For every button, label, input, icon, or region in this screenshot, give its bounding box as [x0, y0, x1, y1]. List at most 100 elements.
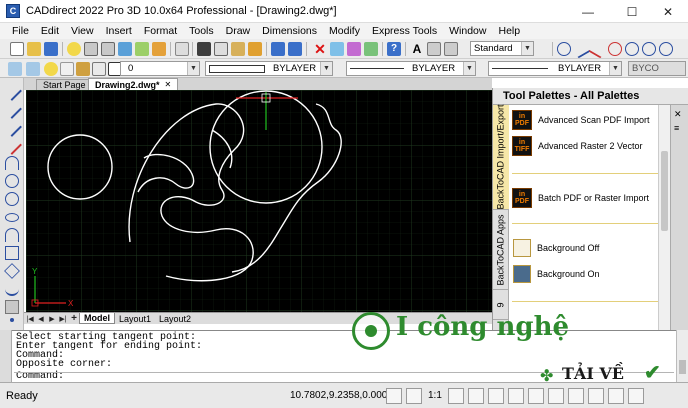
- line-icon[interactable]: [571, 39, 591, 59]
- menu-modify[interactable]: Modify: [323, 25, 366, 37]
- layer-manager-icon[interactable]: [330, 42, 344, 56]
- command-window-grip[interactable]: [0, 330, 12, 382]
- add-layout-button[interactable]: +: [69, 313, 79, 324]
- angle-icon[interactable]: [588, 39, 608, 59]
- menu-file[interactable]: File: [6, 25, 35, 37]
- model-space-icon[interactable]: [548, 388, 564, 404]
- arc-icon[interactable]: [5, 156, 19, 170]
- settings-gear-icon[interactable]: [588, 388, 604, 404]
- tab-layout2[interactable]: Layout2: [155, 314, 195, 324]
- linetype-select[interactable]: BYLAYER ▼: [346, 61, 476, 76]
- palette-tab-apps[interactable]: BackToCAD Apps: [493, 210, 509, 290]
- command-scroll-thumb[interactable]: [679, 360, 686, 374]
- palette-item-batch-pdf[interactable]: in PDF Batch PDF or Raster Import: [510, 187, 660, 209]
- text-style-select[interactable]: Standard ▼: [470, 41, 534, 56]
- layer-lock-icon[interactable]: [76, 62, 90, 76]
- menu-dimensions[interactable]: Dimensions: [256, 25, 323, 37]
- publish-icon[interactable]: [118, 42, 132, 56]
- point-icon[interactable]: [10, 318, 14, 322]
- spline-icon[interactable]: [5, 282, 19, 296]
- line-icon[interactable]: [2, 81, 22, 101]
- open-folder-icon[interactable]: [27, 42, 41, 56]
- last-tab-icon[interactable]: ▶|: [58, 314, 68, 324]
- layer-select[interactable]: 0 ▼: [120, 61, 200, 76]
- menu-express-tools[interactable]: Express Tools: [366, 25, 443, 37]
- menu-tools[interactable]: Tools: [183, 25, 220, 37]
- tab-layout1[interactable]: Layout1: [115, 314, 155, 324]
- plot-style-select[interactable]: BYCO: [628, 61, 686, 76]
- palette-scrollbar[interactable]: [658, 105, 670, 330]
- polygon-icon[interactable]: [4, 263, 20, 279]
- redo-icon[interactable]: [288, 42, 302, 56]
- save-icon[interactable]: [44, 42, 58, 56]
- ellipse-icon[interactable]: [659, 42, 673, 56]
- tab-close-icon[interactable]: ✕: [165, 80, 172, 89]
- first-tab-icon[interactable]: |◀: [25, 314, 35, 324]
- text-icon[interactable]: A: [410, 42, 424, 56]
- workspace-icon[interactable]: [568, 388, 584, 404]
- drawing-canvas[interactable]: Y X: [26, 90, 492, 312]
- palette-tab-import-export[interactable]: BackToCAD Import/Export: [493, 104, 509, 210]
- ortho-icon[interactable]: [448, 388, 464, 404]
- find-icon[interactable]: [175, 42, 189, 56]
- new-file-icon[interactable]: [10, 42, 24, 56]
- ellipse-icon[interactable]: [5, 213, 19, 222]
- palette-item-background-on[interactable]: Background On: [510, 263, 660, 285]
- hatch-icon[interactable]: [5, 300, 19, 314]
- osnap-icon[interactable]: [488, 388, 504, 404]
- circle-icon[interactable]: [557, 42, 571, 56]
- palette-item-scan-pdf[interactable]: in PDF Advanced Scan PDF Import: [510, 109, 660, 131]
- paste-icon[interactable]: [231, 42, 245, 56]
- tab-model[interactable]: Model: [79, 313, 115, 324]
- radius-circle-icon[interactable]: [625, 42, 639, 56]
- export-icon[interactable]: [135, 42, 149, 56]
- undo-icon[interactable]: [271, 42, 285, 56]
- donut-icon[interactable]: [5, 192, 19, 206]
- snap-icon[interactable]: [386, 388, 402, 404]
- layer-on-icon[interactable]: [44, 62, 58, 76]
- prev-tab-icon[interactable]: ◀: [36, 314, 46, 324]
- color-select[interactable]: BYLAYER ▼: [205, 61, 333, 76]
- print-icon[interactable]: [84, 42, 98, 56]
- circle-icon[interactable]: [5, 174, 19, 188]
- menu-help[interactable]: Help: [492, 25, 526, 37]
- menu-view[interactable]: View: [65, 25, 100, 37]
- menu-insert[interactable]: Insert: [100, 25, 138, 37]
- construction-line-icon[interactable]: [2, 117, 22, 137]
- rectangle-icon[interactable]: [5, 246, 19, 260]
- lineweight-select[interactable]: BYLAYER ▼: [488, 61, 622, 76]
- menu-window[interactable]: Window: [443, 25, 492, 37]
- lineweight-toggle-icon[interactable]: [528, 388, 544, 404]
- print-preview-icon[interactable]: [101, 42, 115, 56]
- tab-drawing2[interactable]: Drawing2.dwg* ✕: [88, 78, 179, 90]
- otrack-icon[interactable]: [508, 388, 524, 404]
- delete-icon[interactable]: ✕: [313, 42, 327, 56]
- layer-icon[interactable]: [8, 62, 22, 76]
- ellipse-arc-icon[interactable]: [5, 228, 19, 242]
- import-icon[interactable]: [152, 42, 166, 56]
- lock-icon[interactable]: [608, 388, 624, 404]
- tangent-circle-icon[interactable]: [608, 42, 622, 56]
- annotation-scale[interactable]: 1:1: [428, 390, 442, 401]
- fullscreen-icon[interactable]: [628, 388, 644, 404]
- layer-previous-icon[interactable]: [26, 62, 40, 76]
- palette-scroll-thumb[interactable]: [661, 151, 668, 231]
- menu-format[interactable]: Format: [138, 25, 183, 37]
- layer-freeze-icon[interactable]: [60, 62, 74, 76]
- palette-item-raster-vector[interactable]: in TIFF Advanced Raster 2 Vector: [510, 135, 660, 157]
- maximize-button[interactable]: ☐: [612, 0, 652, 23]
- palette-properties-icon[interactable]: ≡: [674, 123, 679, 133]
- palette-item-background-off[interactable]: Background Off: [510, 237, 660, 259]
- mtext-icon[interactable]: [427, 42, 441, 56]
- polar-icon[interactable]: [468, 388, 484, 404]
- copy-icon[interactable]: [214, 42, 228, 56]
- tab-start-page[interactable]: Start Page: [36, 79, 93, 90]
- menu-edit[interactable]: Edit: [35, 25, 65, 37]
- menu-draw[interactable]: Draw: [220, 25, 257, 37]
- cut-icon[interactable]: [197, 42, 211, 56]
- palette-close-icon[interactable]: ✕: [674, 109, 682, 120]
- next-tab-icon[interactable]: ▶: [47, 314, 57, 324]
- polyline-icon[interactable]: [2, 135, 22, 155]
- tool-palettes-icon[interactable]: [364, 42, 378, 56]
- layer-plot-icon[interactable]: [92, 62, 106, 76]
